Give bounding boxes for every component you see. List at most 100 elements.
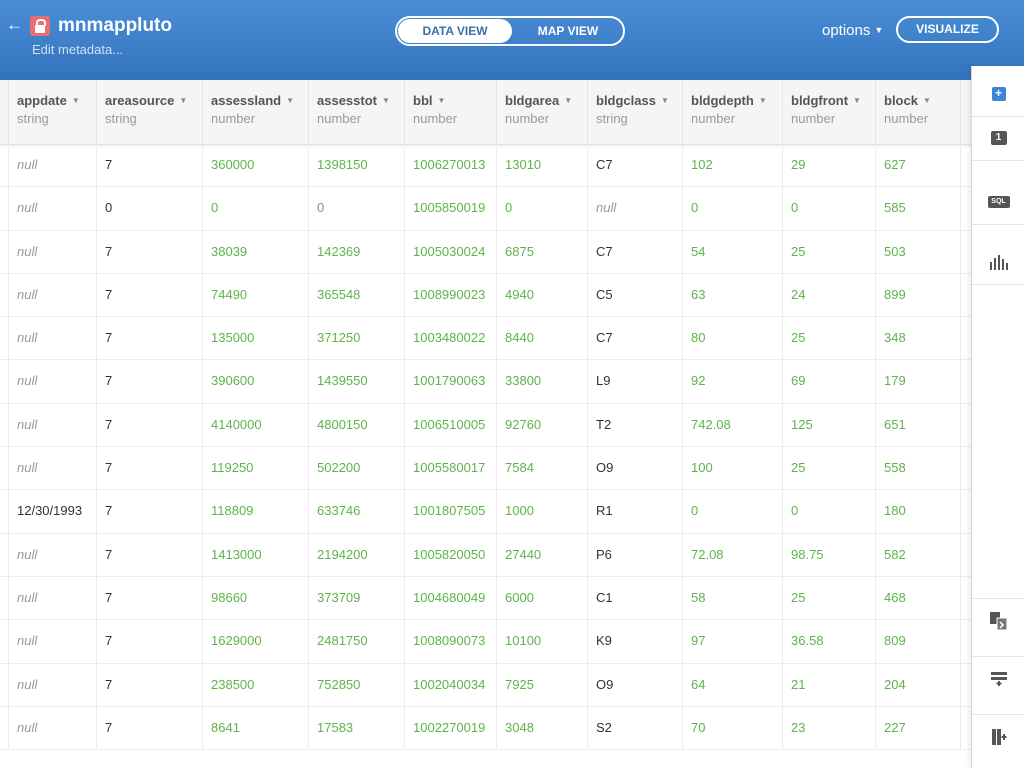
- table-cell[interactable]: 1002040034: [404, 663, 496, 706]
- table-cell[interactable]: 360000: [202, 144, 308, 187]
- table-cell[interactable]: null: [587, 187, 682, 230]
- table-row[interactable]: null 7 238500 752850 1002040034 7925 O9 64 21 204: [0, 663, 972, 707]
- table-cell[interactable]: K9: [587, 620, 682, 663]
- table-row[interactable]: null 7 8641 17583 1002270019 3048 S2 70 23 227: [0, 706, 972, 751]
- table-cell[interactable]: 3048: [496, 706, 587, 750]
- column-header-bldgclass[interactable]: bldgclass ▼ string: [587, 80, 682, 144]
- table-cell[interactable]: 582: [875, 533, 960, 576]
- table-cell[interactable]: 74490: [202, 273, 308, 317]
- table-cell[interactable]: T2: [587, 403, 682, 447]
- table-cell[interactable]: null: [8, 447, 96, 490]
- add-row-button[interactable]: [972, 656, 1024, 701]
- chevron-down-icon[interactable]: ▼: [286, 96, 294, 105]
- chevron-down-icon[interactable]: ▼: [382, 96, 390, 105]
- chevron-down-icon[interactable]: ▼: [438, 96, 446, 105]
- table-cell[interactable]: null: [8, 533, 96, 576]
- table-cell[interactable]: C5: [587, 273, 682, 317]
- table-cell[interactable]: 651: [875, 403, 960, 447]
- table-cell[interactable]: 17583: [308, 706, 404, 750]
- column-header-areasource[interactable]: areasource ▼ string: [96, 80, 202, 144]
- table-cell[interactable]: R1: [587, 490, 682, 533]
- table-cell[interactable]: 25: [782, 317, 875, 360]
- table-cell[interactable]: 7925: [496, 663, 587, 706]
- table-cell[interactable]: 23: [782, 706, 875, 750]
- table-cell[interactable]: 7: [96, 230, 202, 273]
- table-cell[interactable]: 12/30/1993: [8, 490, 96, 533]
- table-cell[interactable]: 7584: [496, 447, 587, 490]
- table-cell[interactable]: 627: [875, 144, 960, 187]
- table-cell[interactable]: 0: [96, 187, 202, 230]
- table-cell[interactable]: 1413000: [202, 533, 308, 576]
- table-row[interactable]: null 0 0 0 1005850019 0 null 0 0 585: [0, 187, 972, 231]
- table-cell[interactable]: 1000: [496, 490, 587, 533]
- table-cell[interactable]: 468: [875, 576, 960, 620]
- table-cell[interactable]: null: [8, 230, 96, 273]
- table-row[interactable]: null 7 1413000 2194200 1005820050 27440 P6 72.0…: [0, 533, 972, 577]
- table-cell[interactable]: 1004680049: [404, 576, 496, 620]
- table-cell[interactable]: 390600: [202, 360, 308, 403]
- edit-metadata-link[interactable]: Edit metadata...: [32, 42, 123, 57]
- table-cell[interactable]: 0: [682, 187, 782, 230]
- table-cell[interactable]: 72.08: [682, 533, 782, 576]
- table-cell[interactable]: 7: [96, 360, 202, 403]
- table-cell[interactable]: 6875: [496, 230, 587, 273]
- table-cell[interactable]: 33800: [496, 360, 587, 403]
- table-cell[interactable]: 1006510005: [404, 403, 496, 447]
- chevron-down-icon[interactable]: ▼: [853, 96, 861, 105]
- table-cell[interactable]: 54: [682, 230, 782, 273]
- table-cell[interactable]: 365548: [308, 273, 404, 317]
- table-cell[interactable]: 38039: [202, 230, 308, 273]
- table-cell[interactable]: 238500: [202, 663, 308, 706]
- table-cell[interactable]: 1001807505: [404, 490, 496, 533]
- table-cell[interactable]: 7: [96, 706, 202, 750]
- chevron-down-icon[interactable]: ▼: [564, 96, 572, 105]
- column-header-assesstot[interactable]: assesstot ▼ number: [308, 80, 404, 144]
- table-cell[interactable]: 97: [682, 620, 782, 663]
- table-cell[interactable]: 0: [308, 187, 404, 230]
- column-header-assessland[interactable]: assessland ▼ number: [202, 80, 308, 144]
- table-cell[interactable]: 8440: [496, 317, 587, 360]
- table-cell[interactable]: 0: [682, 490, 782, 533]
- table-cell[interactable]: 27440: [496, 533, 587, 576]
- table-cell[interactable]: 1439550: [308, 360, 404, 403]
- table-cell[interactable]: L9: [587, 360, 682, 403]
- table-cell[interactable]: 92760: [496, 403, 587, 447]
- table-cell[interactable]: 503: [875, 230, 960, 273]
- table-cell[interactable]: 204: [875, 663, 960, 706]
- table-cell[interactable]: O9: [587, 447, 682, 490]
- table-cell[interactable]: O9: [587, 663, 682, 706]
- chevron-down-icon[interactable]: ▼: [661, 96, 669, 105]
- table-cell[interactable]: 4940: [496, 273, 587, 317]
- table-row[interactable]: null 7 98660 373709 1004680049 6000 C1 58 25 468: [0, 576, 972, 621]
- table-cell[interactable]: 7: [96, 533, 202, 576]
- table-cell[interactable]: 6000: [496, 576, 587, 620]
- table-cell[interactable]: null: [8, 403, 96, 447]
- table-cell[interactable]: 7: [96, 490, 202, 533]
- table-cell[interactable]: 348: [875, 317, 960, 360]
- column-header-appdate[interactable]: appdate ▼ string: [8, 80, 96, 144]
- table-cell[interactable]: 142369: [308, 230, 404, 273]
- table-row[interactable]: null 7 1629000 2481750 1008090073 10100 K9 97 36…: [0, 620, 972, 664]
- lock-icon[interactable]: [30, 16, 50, 36]
- table-cell[interactable]: P6: [587, 533, 682, 576]
- table-row[interactable]: null 7 38039 142369 1005030024 6875 C7 54 25 503: [0, 230, 972, 274]
- add-column-button[interactable]: [972, 714, 1024, 759]
- table-cell[interactable]: C7: [587, 144, 682, 187]
- table-cell[interactable]: 63: [682, 273, 782, 317]
- table-cell[interactable]: 7: [96, 144, 202, 187]
- table-cell[interactable]: 98.75: [782, 533, 875, 576]
- table-cell[interactable]: 227: [875, 706, 960, 750]
- table-cell[interactable]: 633746: [308, 490, 404, 533]
- table-cell[interactable]: 21: [782, 663, 875, 706]
- table-cell[interactable]: 373709: [308, 576, 404, 620]
- table-cell[interactable]: 1005820050: [404, 533, 496, 576]
- table-cell[interactable]: 180: [875, 490, 960, 533]
- table-row[interactable]: null 7 4140000 4800150 1006510005 92760 T2 742.…: [0, 403, 972, 448]
- table-cell[interactable]: 25: [782, 447, 875, 490]
- tab-data-view[interactable]: DATA VIEW: [398, 19, 512, 43]
- table-cell[interactable]: 7: [96, 403, 202, 447]
- dataset-title[interactable]: mnmappluto: [58, 15, 172, 37]
- table-cell[interactable]: 4800150: [308, 403, 404, 447]
- table-cell[interactable]: 102: [682, 144, 782, 187]
- table-row[interactable]: 12/30/1993 7 118809 633746 1001807505 1000 R1 0…: [0, 490, 972, 534]
